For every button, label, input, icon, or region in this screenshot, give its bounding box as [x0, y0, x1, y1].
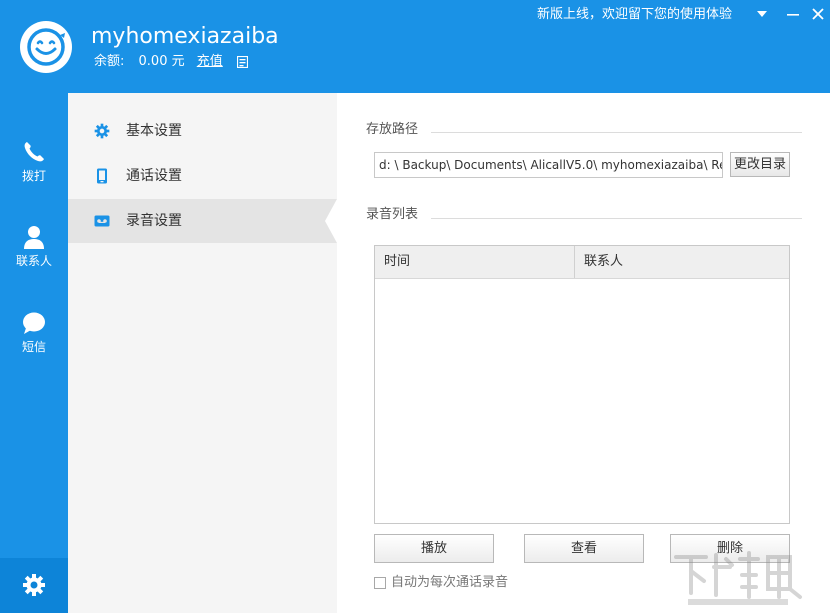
submenu-label-call: 通话设置: [126, 168, 182, 184]
play-button[interactable]: 播放: [374, 534, 494, 563]
nav-label-sms: 短信: [21, 340, 46, 354]
close-icon[interactable]: [809, 5, 827, 23]
mobile-icon: [97, 168, 107, 184]
change-directory-button[interactable]: 更改目录: [730, 152, 790, 177]
gear-icon: [94, 123, 110, 139]
nav-label-contacts: 联系人: [15, 254, 52, 268]
balance-label: 余额:: [94, 54, 125, 69]
recording-table[interactable]: 时间 联系人: [374, 245, 790, 524]
nav-label-dial: 拨打: [21, 169, 46, 183]
storage-path-input[interactable]: d: \ Backup\ Documents\ AlicallV5.0\ myh…: [374, 152, 723, 178]
dropdown-arrow-icon[interactable]: [757, 11, 767, 17]
smiley-icon: [27, 28, 65, 66]
phone-icon: [24, 142, 44, 162]
submenu-label-basic: 基本设置: [126, 123, 182, 139]
feedback-notice-link[interactable]: 新版上线，欢迎留下您的使用体验: [537, 6, 732, 24]
left-navigation: 拨打 联系人 短信: [0, 93, 68, 613]
balance-value: 0.00 元: [138, 54, 185, 69]
active-indicator: [325, 199, 337, 243]
submenu-item-recording[interactable]: 录音设置: [68, 199, 337, 243]
balance-row: 余额: 0.00 元 充值: [94, 53, 248, 72]
recharge-link[interactable]: 充值: [197, 53, 223, 71]
recorder-icon: [94, 215, 110, 227]
nav-item-contacts[interactable]: 联系人: [0, 224, 68, 294]
recording-list-title: 录音列表: [366, 207, 419, 222]
section-divider: [431, 218, 802, 219]
section-divider: [431, 132, 802, 133]
auto-record-checkbox[interactable]: [374, 577, 386, 589]
submenu-label-recording: 录音设置: [126, 213, 182, 229]
submenu-item-basic[interactable]: 基本设置: [68, 109, 337, 153]
sms-icon: [23, 312, 45, 334]
view-button[interactable]: 查看: [524, 534, 644, 563]
app-header: myhomexiazaiba 余额: 0.00 元 充值 新版上线，欢迎留下您的…: [0, 0, 830, 93]
table-header: 时间 联系人: [375, 246, 789, 279]
contact-icon: [24, 226, 44, 249]
settings-button[interactable]: [0, 558, 68, 613]
nav-item-dial[interactable]: 拨打: [0, 139, 68, 209]
gear-icon: [23, 574, 45, 596]
nav-item-sms[interactable]: 短信: [0, 310, 68, 380]
username: myhomexiazaiba: [91, 24, 279, 49]
column-header-time[interactable]: 时间: [375, 246, 575, 278]
settings-submenu: 基本设置 通话设置 录音设置: [68, 93, 337, 613]
submenu-item-call[interactable]: 通话设置: [68, 154, 337, 198]
storage-path-title: 存放路径: [366, 122, 419, 137]
recording-settings-panel: 存放路径 d: \ Backup\ Documents\ AlicallV5.0…: [337, 93, 830, 613]
avatar[interactable]: [20, 21, 72, 73]
bill-icon[interactable]: [236, 56, 248, 68]
watermark-logo: [674, 551, 802, 605]
column-header-contact[interactable]: 联系人: [575, 246, 789, 278]
minimize-icon[interactable]: [784, 5, 802, 23]
auto-record-label: 自动为每次通话录音: [391, 575, 509, 590]
